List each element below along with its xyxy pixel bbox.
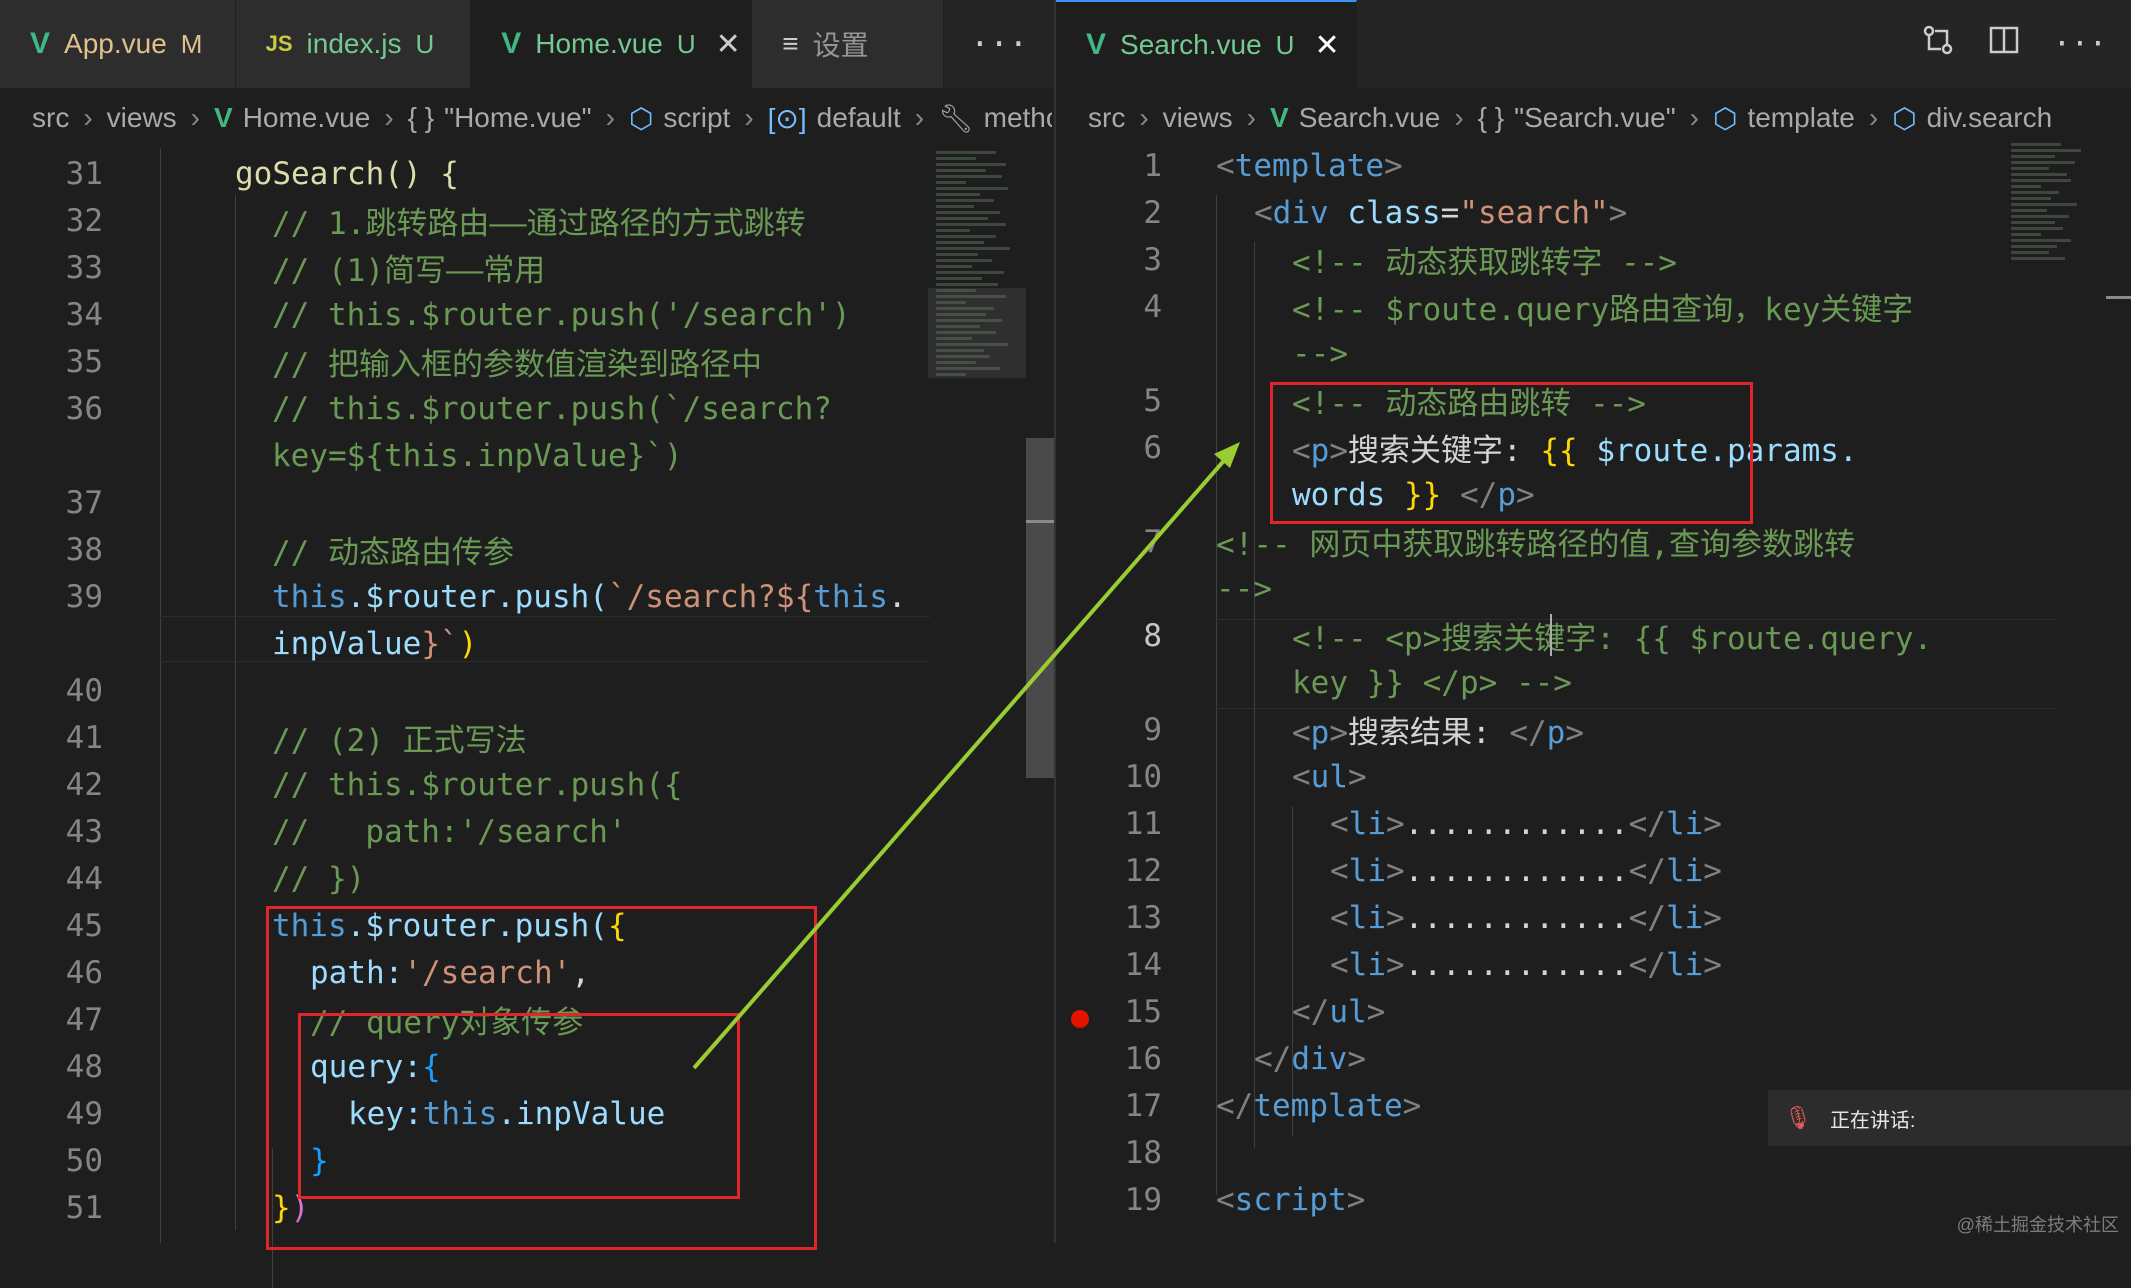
annotation-arrow: [692, 442, 1240, 1070]
voice-chat-notification[interactable]: 🎙︎ 正在讲话:: [1768, 1090, 2131, 1146]
annotation-arrow-head: [1214, 442, 1240, 468]
notification-text: 正在讲话:: [1829, 1109, 1916, 1132]
watermark: @稀土掘金技术社区: [1956, 1215, 2119, 1235]
mic-muted-icon: 🎙︎: [1784, 1105, 1812, 1130]
annotation-arrow-line: [692, 454, 1230, 1070]
